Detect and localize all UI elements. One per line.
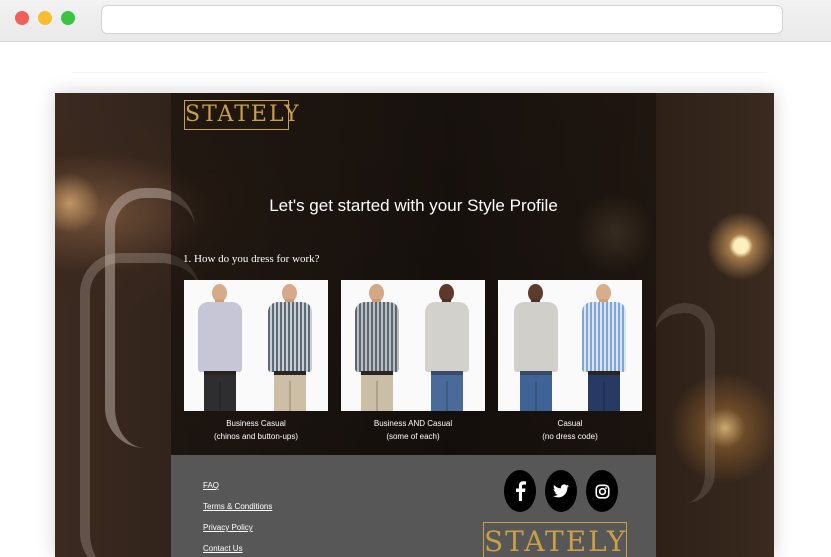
page-frame: STATELY Let's get started with your Styl… <box>55 93 774 557</box>
model-figure <box>421 282 473 411</box>
option-image <box>341 280 485 411</box>
model-figure <box>264 282 316 411</box>
browser-toolbar <box>0 0 831 42</box>
option-caption: Business AND Casual (some of each) <box>373 419 453 441</box>
footer-link-contact[interactable]: Contact Us <box>203 544 243 553</box>
option-caption: Casual (no dress code) <box>542 419 598 441</box>
maximize-window-button[interactable] <box>61 11 75 25</box>
question-label: 1. How do you dress for work? <box>183 253 320 265</box>
option-casual[interactable]: Casual (no dress code) <box>498 280 642 443</box>
footer-link-privacy[interactable]: Privacy Policy <box>203 523 253 532</box>
model-figure <box>510 282 562 411</box>
option-business-and-casual[interactable]: Business AND Casual (some of each) <box>341 280 485 443</box>
close-window-button[interactable] <box>15 11 29 25</box>
twitter-icon[interactable] <box>545 470 577 512</box>
hanger-decoration <box>655 303 715 503</box>
model-figure <box>351 282 403 411</box>
model-figure <box>578 282 630 411</box>
brand-logo[interactable]: STATELY <box>184 100 299 130</box>
footer-link-terms[interactable]: Terms & Conditions <box>203 502 272 511</box>
option-image <box>184 280 328 411</box>
divider <box>72 72 767 73</box>
model-figure <box>194 282 246 411</box>
option-image <box>498 280 642 411</box>
minimize-window-button[interactable] <box>38 11 52 25</box>
footer-link-faq[interactable]: FAQ <box>203 481 219 490</box>
footer-brand-logo[interactable]: STATELY <box>483 522 627 557</box>
instagram-icon[interactable] <box>586 470 618 512</box>
option-business-casual[interactable]: Business Casual (chinos and button-ups) <box>184 280 328 443</box>
option-caption: Business Casual (chinos and button-ups) <box>213 419 299 441</box>
address-bar[interactable] <box>101 5 783 34</box>
page-title: Let's get started with your Style Profil… <box>269 196 558 215</box>
facebook-icon[interactable] <box>504 470 536 512</box>
